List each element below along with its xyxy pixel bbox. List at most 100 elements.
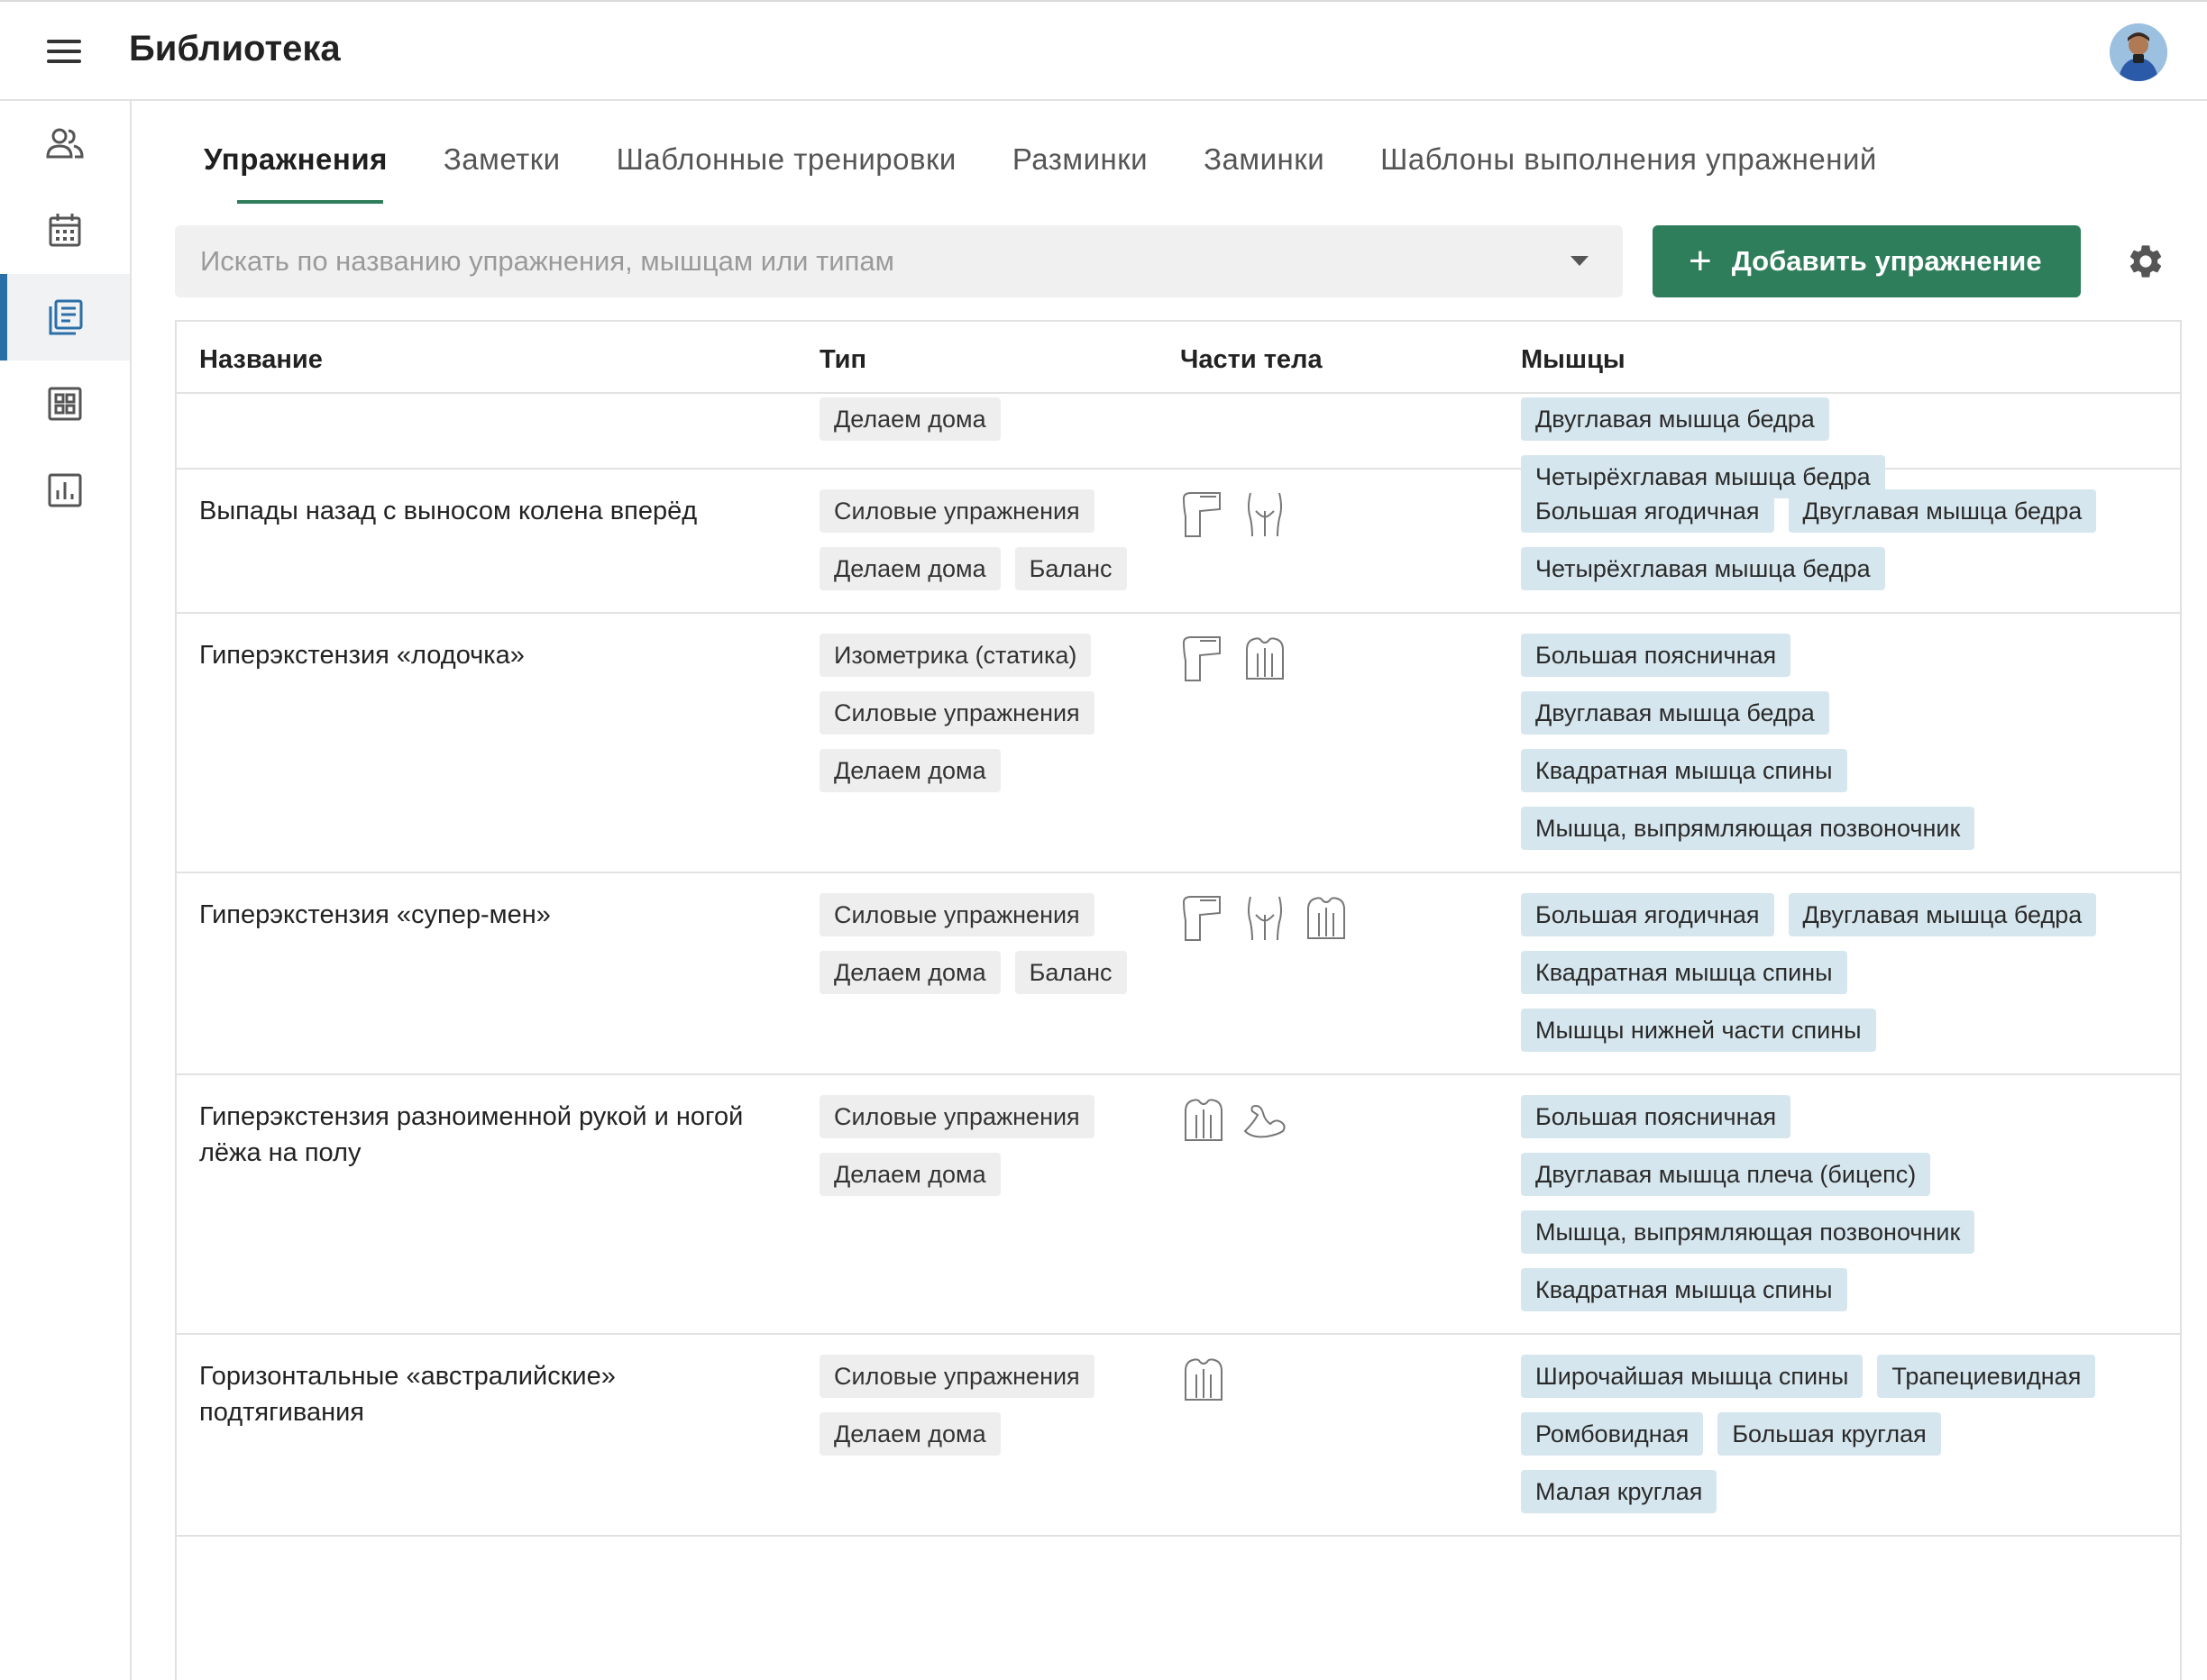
muscle-chip: Большая ягодичная bbox=[1521, 489, 1774, 533]
body-parts bbox=[1180, 1355, 1227, 1405]
exercise-types: Силовые упражнения Делаем дома Баланс bbox=[820, 489, 1153, 590]
column-header-muscles[interactable]: Мышцы bbox=[1521, 345, 1625, 375]
table-row[interactable]: Горизонтальные «австралийские» подтягива… bbox=[177, 1335, 2180, 1537]
exercise-name[interactable]: Гиперэкстензия «супер-мен» bbox=[199, 897, 776, 933]
page-title: Библиотека bbox=[129, 29, 341, 68]
muscles: Большая поясничная Двуглавая мышца плеча … bbox=[1521, 1095, 2107, 1311]
tab-notes[interactable]: Заметки bbox=[416, 135, 589, 207]
tab-exercises[interactable]: Упражнения bbox=[176, 135, 416, 207]
tab-execution-templates[interactable]: Шаблоны выполнения упражнений bbox=[1352, 135, 1905, 207]
muscle-chip: Широчайшая мышца спины bbox=[1521, 1355, 1864, 1398]
search-placeholder: Искать по названию упражнения, мышцам ил… bbox=[200, 245, 894, 277]
body-parts bbox=[1180, 634, 1288, 684]
back-icon bbox=[1185, 1099, 1223, 1141]
grid-icon bbox=[48, 387, 82, 421]
exercise-name[interactable]: Горизонтальные «австралийские» подтягива… bbox=[199, 1358, 776, 1430]
glutes-icon bbox=[1248, 492, 1282, 537]
type-chip: Делаем дома bbox=[820, 1412, 1001, 1456]
type-chip: Силовые упражнения bbox=[820, 489, 1094, 533]
exercises-table: Название Тип Части тела Мышцы Делаем дом… bbox=[175, 320, 2182, 1680]
back-icon bbox=[1246, 637, 1284, 680]
user-avatar[interactable] bbox=[2110, 23, 2167, 81]
add-exercise-label: Добавить упражнение bbox=[1731, 245, 2042, 277]
type-chip: Баланс bbox=[1014, 547, 1127, 590]
body-parts bbox=[1180, 1095, 1288, 1146]
body-parts bbox=[1180, 489, 1288, 540]
plus-icon: + bbox=[1689, 239, 1712, 283]
exercise-types: Силовые упражнения Делаем дома bbox=[820, 1355, 1153, 1456]
chart-icon bbox=[48, 473, 82, 507]
sidebar bbox=[0, 101, 132, 1680]
type-chip: Делаем дома bbox=[820, 951, 1001, 994]
table-row[interactable]: Делаем дома Двуглавая мышца бедра Четырёхг… bbox=[177, 394, 2180, 498]
muscle-chip: Квадратная мышца спины bbox=[1521, 749, 1847, 792]
exercise-name[interactable]: Гиперэкстензия разноименной рукой и ного… bbox=[199, 1099, 776, 1171]
sidebar-item-library[interactable] bbox=[0, 274, 130, 361]
exercise-types: Силовые упражнения Делаем дома Баланс bbox=[820, 893, 1153, 994]
muscles: Большая ягодичная Двуглавая мышца бедра Че… bbox=[1521, 489, 2107, 590]
muscle-chip: Малая круглая bbox=[1521, 1470, 1717, 1513]
exercise-types: Делаем дома bbox=[820, 397, 1153, 441]
exercise-name[interactable]: Выпады назад с выносом колена вперёд bbox=[199, 493, 776, 529]
hamburger-menu-icon[interactable] bbox=[47, 40, 81, 63]
column-header-body-parts[interactable]: Части тела bbox=[1180, 345, 1323, 375]
gear-icon[interactable] bbox=[2126, 242, 2166, 281]
library-icon bbox=[49, 299, 83, 335]
muscle-chip: Четырёхглавая мышца бедра bbox=[1521, 547, 1885, 590]
tab-warmups[interactable]: Разминки bbox=[984, 135, 1176, 207]
sidebar-item-reports[interactable] bbox=[0, 447, 130, 534]
type-chip: Изометрика (статика) bbox=[820, 634, 1092, 677]
muscle-chip: Двуглавая мышца плеча (бицепс) bbox=[1521, 1153, 1931, 1196]
tab-bar: Упражнения Заметки Шаблонные тренировки … bbox=[176, 135, 1905, 207]
muscles: Большая поясничная Двуглавая мышца бедра К… bbox=[1521, 634, 2107, 850]
muscle-chip: Большая поясничная bbox=[1521, 1095, 1791, 1138]
tab-template-workouts[interactable]: Шаблонные тренировки bbox=[589, 135, 984, 207]
body-parts bbox=[1180, 893, 1350, 944]
type-chip: Делаем дома bbox=[820, 749, 1001, 792]
muscle-chip: Мышца, выпрямляющая позвоночник bbox=[1521, 1210, 1975, 1254]
column-header-type[interactable]: Тип bbox=[820, 345, 866, 375]
top-app-bar: Библиотека bbox=[0, 0, 2207, 101]
table-row[interactable]: Гиперэкстензия «супер-мен» Силовые упражн… bbox=[177, 873, 2180, 1075]
table-header: Название Тип Части тела Мышцы bbox=[177, 322, 2180, 394]
muscle-chip: Квадратная мышца спины bbox=[1521, 951, 1847, 994]
muscle-chip: Трапециевидная bbox=[1877, 1355, 2096, 1398]
muscles: Широчайшая мышца спины Трапециевидная Ромб… bbox=[1521, 1355, 2107, 1513]
muscle-chip: Большая ягодичная bbox=[1521, 893, 1774, 936]
column-header-name[interactable]: Название bbox=[199, 345, 323, 375]
table-body: Делаем дома Двуглавая мышца бедра Четырёхг… bbox=[177, 394, 2180, 1537]
type-chip: Делаем дома bbox=[820, 397, 1001, 441]
back-icon bbox=[1185, 1358, 1223, 1401]
back-icon bbox=[1307, 897, 1345, 939]
calendar-icon bbox=[49, 214, 81, 247]
muscle-chip: Большая круглая bbox=[1717, 1412, 1941, 1456]
muscles: Большая ягодичная Двуглавая мышца бедра Кв… bbox=[1521, 893, 2107, 1052]
users-icon bbox=[46, 128, 84, 159]
type-chip: Силовые упражнения bbox=[820, 1095, 1094, 1138]
muscle-chip: Ромбовидная bbox=[1521, 1412, 1704, 1456]
muscle-chip: Большая поясничная bbox=[1521, 634, 1791, 677]
type-chip: Силовые упражнения bbox=[820, 893, 1094, 936]
table-row[interactable]: Выпады назад с выносом колена вперёд Сило… bbox=[177, 470, 2180, 614]
arm-icon bbox=[1243, 1104, 1286, 1138]
muscle-chip: Мышцы нижней части спины bbox=[1521, 1009, 1876, 1052]
table-row[interactable]: Гиперэкстензия разноименной рукой и ного… bbox=[177, 1075, 2180, 1335]
sidebar-item-programs[interactable] bbox=[0, 361, 130, 447]
type-chip: Силовые упражнения bbox=[820, 1355, 1094, 1398]
search-input[interactable]: Искать по названию упражнения, мышцам ил… bbox=[175, 225, 1623, 297]
type-chip: Делаем дома bbox=[820, 547, 1001, 590]
leg-icon bbox=[1182, 492, 1221, 537]
exercise-name[interactable]: Гиперэкстензия «лодочка» bbox=[199, 637, 776, 673]
table-row[interactable]: Гиперэкстензия «лодочка» Изометрика (стат… bbox=[177, 614, 2180, 873]
type-chip: Баланс bbox=[1014, 951, 1127, 994]
muscle-chip: Квадратная мышца спины bbox=[1521, 1268, 1847, 1311]
tab-cooldowns[interactable]: Заминки bbox=[1176, 135, 1352, 207]
sidebar-item-calendar[interactable] bbox=[0, 187, 130, 274]
chevron-down-icon[interactable] bbox=[1571, 256, 1589, 266]
glutes-icon bbox=[1248, 896, 1282, 941]
type-chip: Силовые упражнения bbox=[820, 691, 1094, 735]
type-chip: Делаем дома bbox=[820, 1153, 1001, 1196]
sidebar-item-clients[interactable] bbox=[0, 101, 130, 187]
add-exercise-button[interactable]: + Добавить упражнение bbox=[1653, 225, 2081, 297]
exercise-types: Силовые упражнения Делаем дома bbox=[820, 1095, 1153, 1196]
